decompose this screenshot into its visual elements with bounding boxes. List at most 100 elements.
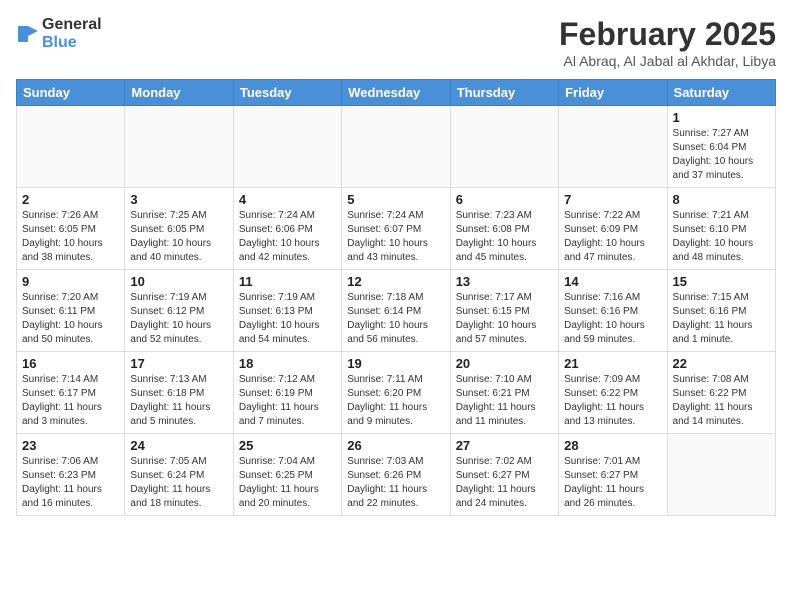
day-detail: Sunrise: 7:26 AM Sunset: 6:05 PM Dayligh… <box>22 209 119 265</box>
day-number: 24 <box>130 438 227 453</box>
weekday-header: Tuesday <box>233 80 341 106</box>
weekday-header: Thursday <box>450 80 558 106</box>
calendar-cell: 24Sunrise: 7:05 AM Sunset: 6:24 PM Dayli… <box>125 434 233 516</box>
day-detail: Sunrise: 7:16 AM Sunset: 6:16 PM Dayligh… <box>564 291 661 347</box>
day-number: 1 <box>673 110 770 125</box>
calendar-cell: 1 Sunrise: 7:27 AM Sunset: 6:04 PM Daylig… <box>667 106 775 188</box>
calendar-cell: 5 Sunrise: 7:24 AM Sunset: 6:07 PM Daylig… <box>342 188 450 270</box>
calendar-cell: 3 Sunrise: 7:25 AM Sunset: 6:05 PM Daylig… <box>125 188 233 270</box>
day-detail: Sunrise: 7:25 AM Sunset: 6:05 PM Dayligh… <box>130 209 227 265</box>
calendar-cell <box>233 106 341 188</box>
day-number: 15 <box>673 274 770 289</box>
calendar-cell <box>342 106 450 188</box>
calendar-cell: 7 Sunrise: 7:22 AM Sunset: 6:09 PM Daylig… <box>559 188 667 270</box>
calendar-cell: 13 Sunrise: 7:17 AM Sunset: 6:15 PM Dayli… <box>450 270 558 352</box>
day-number: 4 <box>239 192 336 207</box>
day-number: 26 <box>347 438 444 453</box>
day-detail: Sunrise: 7:04 AM Sunset: 6:25 PM Dayligh… <box>239 455 336 511</box>
day-detail: Sunrise: 7:24 AM Sunset: 6:06 PM Dayligh… <box>239 209 336 265</box>
day-number: 12 <box>347 274 444 289</box>
day-detail: Sunrise: 7:01 AM Sunset: 6:27 PM Dayligh… <box>564 455 661 511</box>
calendar-cell: 15 Sunrise: 7:15 AM Sunset: 6:16 PM Dayli… <box>667 270 775 352</box>
calendar-cell: 25 Sunrise: 7:04 AM Sunset: 6:25 PM Dayli… <box>233 434 341 516</box>
calendar-cell: 23Sunrise: 7:06 AM Sunset: 6:23 PM Dayli… <box>17 434 125 516</box>
calendar-cell: 17 Sunrise: 7:13 AM Sunset: 6:18 PM Dayli… <box>125 352 233 434</box>
day-number: 20 <box>456 356 553 371</box>
day-detail: Sunrise: 7:14 AM Sunset: 6:17 PM Dayligh… <box>22 373 119 429</box>
calendar-cell: 11 Sunrise: 7:19 AM Sunset: 6:13 PM Dayli… <box>233 270 341 352</box>
calendar-cell <box>450 106 558 188</box>
calendar-cell: 28 Sunrise: 7:01 AM Sunset: 6:27 PM Dayli… <box>559 434 667 516</box>
day-number: 16 <box>22 356 119 371</box>
calendar-week-row: 1 Sunrise: 7:27 AM Sunset: 6:04 PM Daylig… <box>17 106 776 188</box>
day-detail: Sunrise: 7:17 AM Sunset: 6:15 PM Dayligh… <box>456 291 553 347</box>
weekday-header: Monday <box>125 80 233 106</box>
logo: General Blue <box>16 16 102 51</box>
calendar-cell <box>125 106 233 188</box>
calendar-week-row: 23Sunrise: 7:06 AM Sunset: 6:23 PM Dayli… <box>17 434 776 516</box>
day-detail: Sunrise: 7:02 AM Sunset: 6:27 PM Dayligh… <box>456 455 553 511</box>
header: General Blue February 2025 Al Abraq, Al … <box>16 16 776 69</box>
title-section: February 2025 Al Abraq, Al Jabal al Akhd… <box>559 16 776 69</box>
calendar-week-row: 16 Sunrise: 7:14 AM Sunset: 6:17 PM Dayli… <box>17 352 776 434</box>
day-detail: Sunrise: 7:15 AM Sunset: 6:16 PM Dayligh… <box>673 291 770 347</box>
calendar-cell: 12 Sunrise: 7:18 AM Sunset: 6:14 PM Dayli… <box>342 270 450 352</box>
day-number: 22 <box>673 356 770 371</box>
day-detail: Sunrise: 7:24 AM Sunset: 6:07 PM Dayligh… <box>347 209 444 265</box>
logo-icon <box>16 22 40 46</box>
location: Al Abraq, Al Jabal al Akhdar, Libya <box>559 53 776 69</box>
day-number: 25 <box>239 438 336 453</box>
calendar-cell: 26Sunrise: 7:03 AM Sunset: 6:26 PM Dayli… <box>342 434 450 516</box>
logo-name: General Blue <box>42 16 102 51</box>
calendar-cell: 6Sunrise: 7:23 AM Sunset: 6:08 PM Daylig… <box>450 188 558 270</box>
calendar-cell: 20 Sunrise: 7:10 AM Sunset: 6:21 PM Dayli… <box>450 352 558 434</box>
calendar-table: SundayMondayTuesdayWednesdayThursdayFrid… <box>16 79 776 516</box>
calendar-cell: 19 Sunrise: 7:11 AM Sunset: 6:20 PM Dayli… <box>342 352 450 434</box>
weekday-header: Wednesday <box>342 80 450 106</box>
calendar-week-row: 2 Sunrise: 7:26 AM Sunset: 6:05 PM Daylig… <box>17 188 776 270</box>
calendar-cell: 2 Sunrise: 7:26 AM Sunset: 6:05 PM Daylig… <box>17 188 125 270</box>
day-number: 14 <box>564 274 661 289</box>
calendar-cell: 21Sunrise: 7:09 AM Sunset: 6:22 PM Dayli… <box>559 352 667 434</box>
calendar-cell: 27 Sunrise: 7:02 AM Sunset: 6:27 PM Dayli… <box>450 434 558 516</box>
day-number: 2 <box>22 192 119 207</box>
day-number: 18 <box>239 356 336 371</box>
day-number: 27 <box>456 438 553 453</box>
calendar-cell: 8Sunrise: 7:21 AM Sunset: 6:10 PM Daylig… <box>667 188 775 270</box>
day-number: 9 <box>22 274 119 289</box>
day-number: 11 <box>239 274 336 289</box>
day-detail: Sunrise: 7:12 AM Sunset: 6:19 PM Dayligh… <box>239 373 336 429</box>
day-number: 8 <box>673 192 770 207</box>
day-detail: Sunrise: 7:22 AM Sunset: 6:09 PM Dayligh… <box>564 209 661 265</box>
day-number: 19 <box>347 356 444 371</box>
day-number: 23 <box>22 438 119 453</box>
day-number: 7 <box>564 192 661 207</box>
day-detail: Sunrise: 7:27 AM Sunset: 6:04 PM Dayligh… <box>673 127 770 183</box>
logo-general: General <box>42 16 102 34</box>
day-detail: Sunrise: 7:10 AM Sunset: 6:21 PM Dayligh… <box>456 373 553 429</box>
month-title: February 2025 <box>559 16 776 53</box>
calendar-cell <box>667 434 775 516</box>
weekday-header: Sunday <box>17 80 125 106</box>
day-number: 13 <box>456 274 553 289</box>
day-number: 3 <box>130 192 227 207</box>
day-number: 21 <box>564 356 661 371</box>
weekday-header: Friday <box>559 80 667 106</box>
calendar-cell: 9Sunrise: 7:20 AM Sunset: 6:11 PM Daylig… <box>17 270 125 352</box>
day-number: 5 <box>347 192 444 207</box>
day-detail: Sunrise: 7:23 AM Sunset: 6:08 PM Dayligh… <box>456 209 553 265</box>
day-number: 28 <box>564 438 661 453</box>
calendar-cell: 14 Sunrise: 7:16 AM Sunset: 6:16 PM Dayli… <box>559 270 667 352</box>
day-number: 10 <box>130 274 227 289</box>
logo-blue: Blue <box>42 34 102 52</box>
day-detail: Sunrise: 7:13 AM Sunset: 6:18 PM Dayligh… <box>130 373 227 429</box>
day-number: 17 <box>130 356 227 371</box>
weekday-header: Saturday <box>667 80 775 106</box>
calendar-cell: 10Sunrise: 7:19 AM Sunset: 6:12 PM Dayli… <box>125 270 233 352</box>
day-detail: Sunrise: 7:11 AM Sunset: 6:20 PM Dayligh… <box>347 373 444 429</box>
day-detail: Sunrise: 7:18 AM Sunset: 6:14 PM Dayligh… <box>347 291 444 347</box>
day-detail: Sunrise: 7:19 AM Sunset: 6:13 PM Dayligh… <box>239 291 336 347</box>
calendar-cell: 4 Sunrise: 7:24 AM Sunset: 6:06 PM Daylig… <box>233 188 341 270</box>
weekday-header-row: SundayMondayTuesdayWednesdayThursdayFrid… <box>17 80 776 106</box>
day-detail: Sunrise: 7:08 AM Sunset: 6:22 PM Dayligh… <box>673 373 770 429</box>
